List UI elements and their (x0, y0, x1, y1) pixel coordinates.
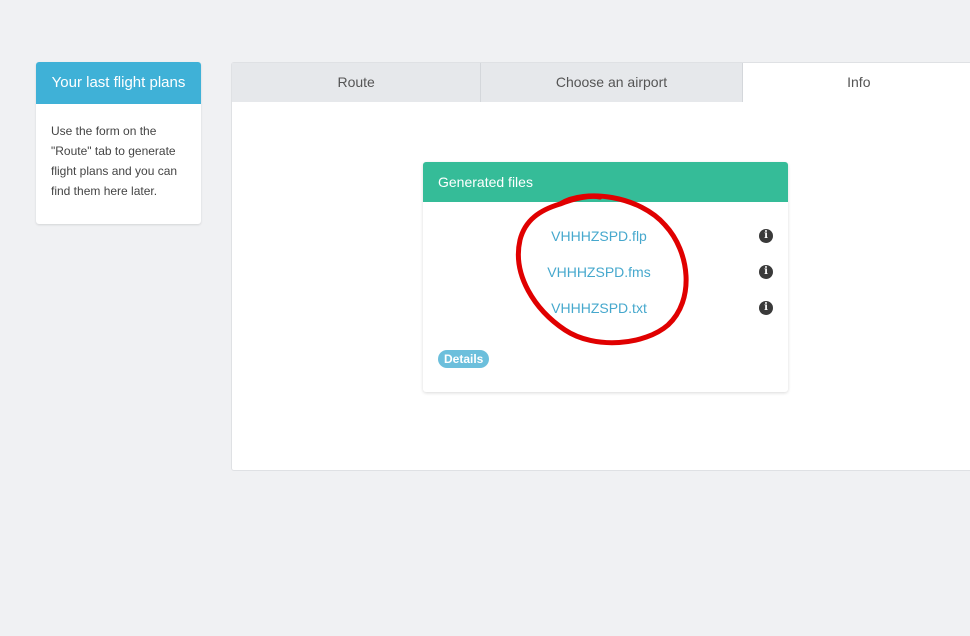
tab-route[interactable]: Route (232, 63, 482, 102)
tab-info[interactable]: Info (742, 63, 970, 102)
tab-choose-airport[interactable]: Choose an airport (481, 63, 743, 102)
last-flight-plans-title: Your last flight plans (36, 62, 201, 104)
generated-files-title: Generated files (423, 162, 788, 202)
generated-files-card: Generated files VHHHZSPD.flp i VHHHZSPD.… (423, 162, 788, 392)
file-row: VHHHZSPD.txt i (423, 298, 788, 318)
details-badge[interactable]: Details (438, 350, 490, 368)
info-circle-icon[interactable]: i (759, 301, 773, 315)
file-link-fms[interactable]: VHHHZSPD.fms (423, 262, 775, 282)
file-link-flp[interactable]: VHHHZSPD.flp (423, 226, 775, 246)
page: Your last flight plans Use the form on t… (0, 0, 970, 636)
info-circle-icon[interactable]: i (759, 265, 773, 279)
tab-bar: Route Choose an airport Info (232, 63, 970, 102)
last-flight-plans-description: Use the form on the "Route" tab to gener… (51, 124, 178, 198)
last-flight-plans-card: Your last flight plans Use the form on t… (36, 62, 201, 224)
file-row: VHHHZSPD.fms i (423, 262, 788, 282)
file-row: VHHHZSPD.flp i (423, 226, 788, 246)
info-circle-icon[interactable]: i (759, 229, 773, 243)
file-link-txt[interactable]: VHHHZSPD.txt (423, 298, 775, 318)
